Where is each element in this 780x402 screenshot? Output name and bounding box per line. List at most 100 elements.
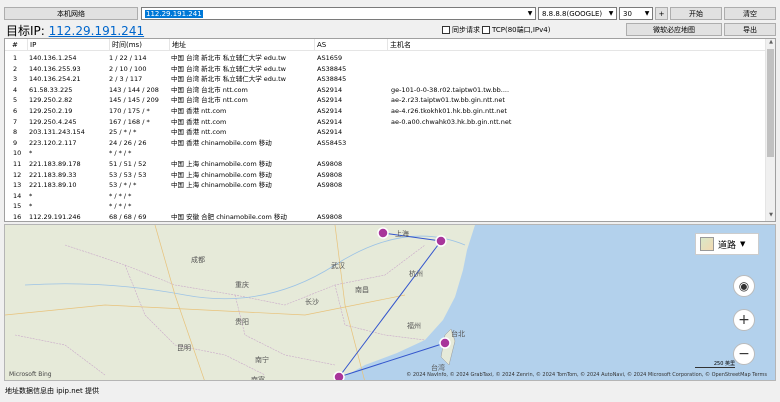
hop-ip: *: [29, 191, 33, 200]
hop-index: 4: [13, 85, 18, 94]
ip-input[interactable]: 112.29.191.241 ▼: [141, 7, 536, 20]
trace-table: # IP 时间(ms) 地址 AS 主机名 1 140.136.1.254 1 / …: [4, 38, 776, 222]
zoom-out-button[interactable]: −: [733, 343, 755, 365]
table-row[interactable]: 7 129.250.4.245 167 / 168 / * 中国 香港 ntt.com…: [5, 117, 765, 127]
chevron-down-icon[interactable]: ▼: [525, 10, 535, 17]
map-label-taipei: 台北: [451, 330, 465, 338]
export-button[interactable]: 导出: [724, 23, 776, 36]
hop-index: 3: [13, 75, 18, 84]
hop-as: AS1659: [317, 54, 343, 62]
col-header-as[interactable]: AS: [314, 39, 326, 51]
scrollbar-thumb[interactable]: [767, 49, 774, 157]
table-row[interactable]: 14 * * / * / *: [5, 191, 765, 201]
table-row[interactable]: 15 * * / * / *: [5, 201, 765, 211]
scroll-up-icon[interactable]: ▲: [766, 39, 775, 48]
table-row[interactable]: 13 221.183.89.10 53 / * / * 中国 上海 chinamobi…: [5, 180, 765, 190]
checkbox-box[interactable]: [442, 26, 450, 34]
table-row[interactable]: 5 129.250.2.82 145 / 145 / 209 中国 台湾 台北市 nt…: [5, 95, 765, 105]
chevron-down-icon: ▼: [608, 10, 614, 17]
hop-address: 中国 台湾 新北市 私立辅仁大学 edu.tw: [171, 64, 286, 73]
table-row[interactable]: 6 129.250.2.19 170 / 175 / * 中国 香港 ntt.com A…: [5, 106, 765, 116]
hop-ip: 61.58.33.225: [29, 85, 73, 94]
scroll-down-icon[interactable]: ▼: [766, 212, 775, 221]
hop-time: * / * / *: [109, 149, 132, 158]
hop-index: 6: [13, 107, 18, 115]
clear-button[interactable]: 清空: [724, 7, 776, 20]
hop-index: 16: [13, 213, 22, 221]
hop-hostname: ae-2.r23.taiptw01.tw.bb.gin.ntt.net: [391, 96, 505, 105]
hop-address: 中国 台湾 新北市 私立辅仁大学 edu.tw: [171, 54, 286, 62]
hop-ip: *: [29, 149, 33, 158]
map-label-chengdu: 成都: [191, 256, 205, 264]
hop-ip: 221.183.89.33: [29, 170, 77, 179]
hop-as: AS9808: [317, 160, 343, 168]
map-label-hangzhou: 杭州: [409, 270, 423, 278]
sync-request-label: 同步请求: [452, 26, 480, 34]
table-row[interactable]: 12 221.183.89.33 53 / 53 / 53 中国 上海 chinamo…: [5, 170, 765, 180]
hop-index: 1: [13, 54, 18, 62]
hop-hostname: ge-101-0-0-38.r02.taiptw01.tw.bb....: [391, 85, 510, 94]
hop-time: 2 / 3 / 117: [109, 75, 143, 84]
table-row[interactable]: 1 140.136.1.254 1 / 22 / 114 中国 台湾 新北市 私立辅仁…: [5, 53, 765, 63]
table-row[interactable]: 10 * * / * / *: [5, 148, 765, 158]
hop-address: 中国 香港 ntt.com: [171, 128, 227, 137]
target-ip-link[interactable]: 112.29.191.241: [49, 24, 144, 38]
table-row[interactable]: 4 61.58.33.225 143 / 144 / 208 中国 台湾 台北市 nt…: [5, 85, 765, 95]
locate-button[interactable]: ◉: [733, 275, 755, 297]
table-scrollbar[interactable]: ▲ ▼: [765, 39, 775, 221]
hop-address: 中国 香港 ntt.com: [171, 107, 227, 115]
bing-map-button[interactable]: 微软必应地图: [626, 23, 722, 36]
locate-icon: ◉: [738, 279, 750, 293]
table-row[interactable]: 9 223.120.2.117 24 / 26 / 26 中国 香港 chinamob…: [5, 138, 765, 148]
col-header-hostname[interactable]: 主机名: [387, 39, 411, 51]
table-row[interactable]: 2 140.136.255.93 2 / 10 / 100 中国 台湾 新北市 私立辅…: [5, 64, 765, 74]
table-row[interactable]: 8 203.131.243.154 25 / * / * 中国 香港 ntt.com A…: [5, 127, 765, 137]
dns-select[interactable]: 8.8.8.8(GOOGLE) ▼: [538, 7, 617, 20]
table-row[interactable]: 3 140.136.254.21 2 / 3 / 117 中国 台湾 新北市 私立辅仁…: [5, 74, 765, 84]
hop-index: 11: [13, 160, 22, 168]
hop-as: AS9808: [317, 213, 343, 221]
hop-as: AS2914: [317, 117, 343, 126]
count-select[interactable]: 30 ▼: [619, 7, 653, 20]
map-label-chongqing: 重庆: [235, 281, 249, 289]
map-style-label: 道路: [718, 240, 737, 251]
hop-ip: 129.250.4.245: [29, 117, 77, 126]
checkbox-box[interactable]: [482, 26, 490, 34]
hop-index: 10: [13, 149, 22, 158]
chevron-down-icon: ▼: [644, 10, 650, 17]
map-label-guiyang: 贵阳: [235, 318, 249, 326]
map-label-fuzhou: 福州: [407, 322, 421, 330]
hop-as: AS2914: [317, 85, 343, 94]
map-label-nanchang: 南昌: [355, 286, 369, 294]
hop-as: AS9808: [317, 170, 343, 179]
route-map[interactable]: 成都 重庆 长沙 南昌 福州 台湾 台北 贵阳 昆明 南宁 南寧 武汉 杭州 上…: [4, 224, 776, 381]
tcp-checkbox[interactable]: TCP(80端口,IPv4): [482, 25, 550, 35]
col-header-time[interactable]: 时间(ms): [109, 39, 142, 51]
table-row[interactable]: 16 112.29.191.246 68 / 68 / 69 中国 安徽 合肥 chi…: [5, 212, 765, 221]
target-ip-prefix: 目标IP:: [6, 24, 45, 38]
col-header-index[interactable]: #: [12, 41, 18, 49]
hop-address: 中国 香港 chinamobile.com 移动: [171, 138, 272, 147]
footer-attribution: 地址数据信息由 ipip.net 提供: [5, 387, 99, 395]
hop-address: 中国 台湾 台北市 ntt.com: [171, 85, 248, 94]
hop-time: 167 / 168 / *: [109, 117, 150, 126]
local-network-button[interactable]: 本机网络: [4, 7, 138, 20]
hop-index: 12: [13, 170, 22, 179]
table-row[interactable]: 11 221.183.89.178 51 / 51 / 52 中国 上海 chinam…: [5, 159, 765, 169]
hop-address: 中国 台湾 台北市 ntt.com: [171, 96, 248, 105]
col-header-address[interactable]: 地址: [169, 39, 186, 51]
hop-as: AS9808: [317, 181, 343, 190]
hop-time: 53 / * / *: [109, 181, 137, 190]
plus-button[interactable]: +: [655, 7, 668, 20]
hop-address: 中国 台湾 新北市 私立辅仁大学 edu.tw: [171, 75, 286, 84]
map-style-select[interactable]: 道路 ▼: [695, 233, 759, 255]
map-style-icon: [700, 237, 714, 251]
hop-as: AS38845: [317, 75, 347, 84]
start-button[interactable]: 开始: [670, 7, 722, 20]
map-label-shanghai: 上海: [395, 230, 409, 238]
hop-ip: 112.29.191.246: [29, 213, 81, 221]
table-header: # IP 时间(ms) 地址 AS 主机名: [5, 39, 765, 51]
zoom-in-button[interactable]: +: [733, 309, 755, 331]
sync-request-checkbox[interactable]: 同步请求: [442, 25, 480, 35]
col-header-ip[interactable]: IP: [27, 39, 36, 51]
